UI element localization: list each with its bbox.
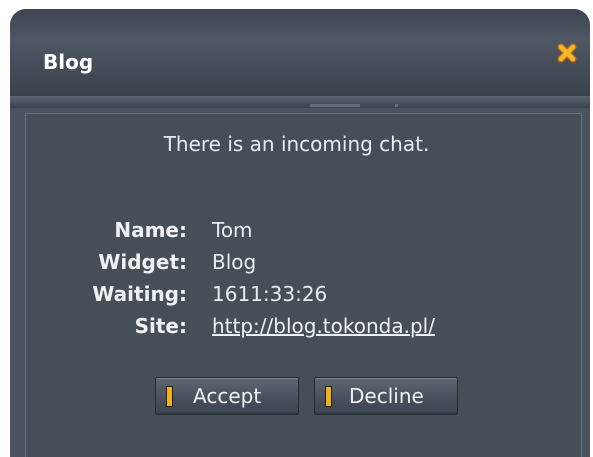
accept-button[interactable]: Accept bbox=[155, 377, 299, 415]
close-button[interactable] bbox=[556, 42, 578, 64]
decline-button-label: Decline bbox=[349, 384, 424, 408]
incoming-chat-message: There is an incoming chat. bbox=[163, 132, 430, 156]
dialog-title: Blog bbox=[43, 50, 94, 74]
close-x-icon bbox=[557, 43, 577, 63]
waiting-value: 1611:33:26 bbox=[212, 282, 328, 306]
decline-button[interactable]: Decline bbox=[314, 377, 458, 415]
site-link[interactable]: http://blog.tokonda.pl/ bbox=[212, 313, 435, 339]
widget-label: Widget: bbox=[98, 250, 187, 274]
titlebar-decoration bbox=[310, 104, 360, 107]
widget-value: Blog bbox=[212, 250, 257, 274]
site-label: Site: bbox=[134, 314, 187, 338]
accept-button-label: Accept bbox=[193, 384, 262, 408]
name-value: Tom bbox=[212, 218, 253, 242]
titlebar-decoration bbox=[395, 104, 398, 107]
titlebar-divider bbox=[10, 96, 590, 108]
decline-indicator-icon bbox=[325, 386, 332, 407]
name-label: Name: bbox=[114, 218, 187, 242]
accept-indicator-icon bbox=[166, 386, 173, 407]
dialog-titlebar bbox=[10, 9, 590, 96]
waiting-label: Waiting: bbox=[92, 282, 187, 306]
